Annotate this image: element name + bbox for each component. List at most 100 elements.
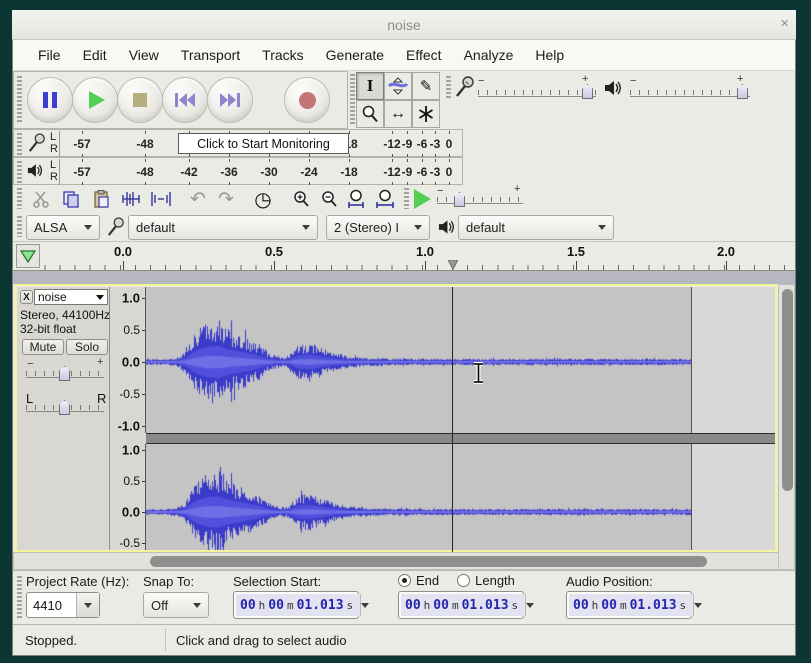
snap-to-label: Snap To:: [143, 574, 194, 589]
fit-selection-icon: [347, 189, 367, 209]
recording-volume-slider[interactable]: [478, 96, 596, 101]
transport-toolbar-grip[interactable]: [17, 76, 22, 124]
ruler-label: -0.5: [119, 387, 140, 401]
time-format-dropdown[interactable]: [360, 594, 369, 616]
envelope-tool-button[interactable]: [384, 72, 412, 100]
device-toolbar-grip[interactable]: [17, 216, 22, 237]
selection-start-field[interactable]: 00h00m01.013s: [233, 591, 359, 619]
project-rate-select[interactable]: 4410: [26, 592, 100, 618]
vertical-ruler-ch2[interactable]: 1.00.50.0-0.5: [110, 444, 146, 552]
menu-help[interactable]: Help: [524, 40, 575, 70]
end-radio[interactable]: [398, 574, 411, 587]
time-format-dropdown[interactable]: [525, 594, 534, 616]
meter-tick-label: -48: [136, 165, 153, 179]
mixer-toolbar-grip[interactable]: [446, 76, 451, 98]
zoom-toggle-button[interactable]: ◷: [250, 187, 276, 211]
device-microphone-icon: [107, 216, 125, 238]
menu-file[interactable]: File: [27, 40, 72, 70]
project-rate-label: Project Rate (Hz):: [26, 574, 129, 589]
timeshift-tool-button[interactable]: ↔: [384, 100, 412, 128]
solo-button[interactable]: Solo: [66, 339, 108, 355]
zoom-in-button[interactable]: [288, 187, 314, 211]
copy-button[interactable]: [58, 187, 84, 211]
playspeed-ticks: [437, 197, 523, 202]
vertical-scrollbar-thumb[interactable]: [782, 289, 793, 491]
play-button[interactable]: [72, 77, 118, 123]
timeline-pin-button[interactable]: [16, 244, 40, 268]
recording-device-select[interactable]: default: [128, 215, 318, 240]
title-bar[interactable]: noise: [12, 10, 796, 40]
paste-button[interactable]: [88, 187, 114, 211]
recording-meter-grip[interactable]: [17, 133, 22, 155]
menu-generate[interactable]: Generate: [315, 40, 395, 70]
skip-to-end-button[interactable]: [207, 77, 253, 123]
monitoring-tooltip[interactable]: Click to Start Monitoring: [178, 133, 349, 154]
record-meter-L: L: [50, 132, 56, 143]
menu-analyze[interactable]: Analyze: [453, 40, 525, 70]
timeline-ruler[interactable]: 0.00.51.01.52.0: [40, 242, 795, 270]
playback-volume-slider[interactable]: [630, 96, 750, 101]
silence-audio-button[interactable]: [148, 187, 174, 211]
audio-host-select[interactable]: ALSA: [26, 215, 100, 240]
record-meter-R: R: [50, 144, 58, 155]
record-button[interactable]: [284, 77, 330, 123]
playback-meter-toolbar[interactable]: L R -57-48-42-36-30-24-18-12-9-6-30: [13, 157, 463, 185]
playback-device-select[interactable]: default: [458, 215, 614, 240]
draw-tool-button[interactable]: ✎: [412, 72, 440, 100]
vertical-scrollbar[interactable]: [778, 284, 795, 570]
multi-tool-button[interactable]: [412, 100, 440, 128]
stop-button[interactable]: [117, 77, 163, 123]
playspeed-toolbar-grip[interactable]: [404, 188, 409, 209]
close-window-button[interactable]: ×: [780, 16, 789, 32]
menu-edit[interactable]: Edit: [72, 40, 118, 70]
track-close-button[interactable]: X: [20, 290, 33, 304]
pan-right-label: R: [97, 391, 106, 406]
menu-view[interactable]: View: [118, 40, 170, 70]
trim-icon: [120, 190, 142, 208]
zoom-tool-button[interactable]: [356, 100, 384, 128]
pan-left-label: L: [26, 391, 33, 406]
pause-button[interactable]: [27, 77, 73, 123]
snap-to-select[interactable]: Off: [143, 592, 209, 618]
length-radio[interactable]: [457, 574, 470, 587]
selection-toolbar-grip[interactable]: [17, 576, 22, 618]
chevron-down-icon: [193, 603, 201, 612]
time-format-dropdown[interactable]: [693, 594, 702, 616]
menu-tracks[interactable]: Tracks: [251, 40, 314, 70]
selection-end-field[interactable]: 00h00m01.013s: [398, 591, 524, 619]
horizontal-scrollbar[interactable]: [13, 552, 779, 570]
mute-button[interactable]: Mute: [22, 339, 64, 355]
desktop: noise × File Edit View Transport Tracks …: [0, 0, 811, 663]
cut-button[interactable]: [28, 187, 54, 211]
meter-microphone-icon: [28, 133, 46, 153]
fit-selection-button[interactable]: [344, 187, 370, 211]
undo-button[interactable]: ↶: [185, 187, 211, 211]
tools-toolbar-grip[interactable]: [350, 74, 355, 126]
menu-transport[interactable]: Transport: [170, 40, 251, 70]
chevron-down-icon: [526, 603, 534, 612]
channel-separator[interactable]: [146, 433, 775, 444]
play-at-speed-button[interactable]: [414, 189, 431, 209]
rate-dropdown-button[interactable]: [76, 593, 99, 617]
trim-audio-button[interactable]: [118, 187, 144, 211]
redo-button[interactable]: ↷: [213, 187, 239, 211]
vertical-ruler-ch1[interactable]: 1.00.50.0-0.5-1.0: [110, 287, 146, 433]
pause-icon: [43, 92, 57, 108]
stop-icon: [133, 93, 147, 107]
zoom-out-button[interactable]: [316, 187, 342, 211]
playback-meter-grip[interactable]: [17, 161, 22, 183]
skip-to-start-button[interactable]: [162, 77, 208, 123]
selection-tool-button[interactable]: I: [356, 72, 384, 100]
channel2-area[interactable]: [146, 444, 775, 552]
chevron-down-icon: [694, 603, 702, 612]
playback-speed-slider[interactable]: [437, 203, 523, 208]
horizontal-scrollbar-thumb[interactable]: [150, 556, 707, 567]
channel1-area[interactable]: [146, 287, 775, 433]
edit-toolbar-grip[interactable]: [17, 188, 22, 209]
track-name-menu[interactable]: noise: [34, 289, 108, 305]
quickplay-triangle-icon: [20, 250, 36, 263]
audio-position-field[interactable]: 00h00m01.013s: [566, 591, 692, 619]
fit-project-button[interactable]: [372, 187, 398, 211]
recording-channels-select[interactable]: 2 (Stereo) I: [326, 215, 430, 240]
menu-effect[interactable]: Effect: [395, 40, 453, 70]
